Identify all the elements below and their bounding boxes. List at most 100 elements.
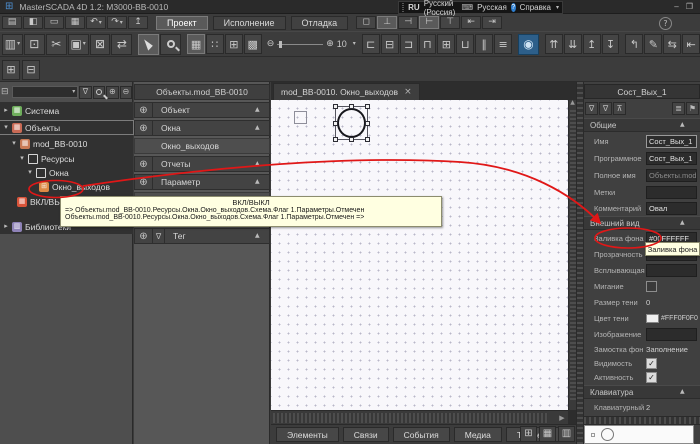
- section-appearance[interactable]: Внешний вид ▲: [584, 216, 700, 230]
- filter-funnel-button[interactable]: ∇: [79, 86, 91, 99]
- resize-handle-ne[interactable]: [365, 104, 370, 109]
- filter-funnel-button[interactable]: ∇: [585, 102, 598, 115]
- language-code[interactable]: RU: [408, 3, 420, 12]
- tile-value[interactable]: Заполнение: [646, 345, 700, 354]
- paste-button[interactable]: ▥▾: [2, 34, 23, 55]
- collapse-icon[interactable]: ▲: [255, 233, 269, 239]
- fit-frame-button[interactable]: ◻: [356, 16, 376, 29]
- expander-icon[interactable]: ▾: [11, 140, 17, 147]
- grid-toggle-button[interactable]: ▦: [187, 34, 205, 54]
- selected-ellipse-shape[interactable]: [335, 106, 368, 140]
- add-icon[interactable]: ⊕: [135, 103, 153, 117]
- comment-field[interactable]: Овал: [646, 202, 697, 215]
- tree-item-system[interactable]: ▸ ▦ Система: [0, 104, 133, 117]
- paste-special-button[interactable]: ⊠: [90, 34, 111, 55]
- expander-icon[interactable]: ▸: [3, 107, 9, 114]
- horizontal-splitter[interactable]: [584, 416, 700, 425]
- pin-right-button[interactable]: ⇥: [482, 16, 502, 29]
- collapse-all-button[interactable]: ⊼: [613, 102, 626, 115]
- blink-checkbox[interactable]: [646, 281, 657, 292]
- view-grid-button[interactable]: ⊞: [520, 426, 537, 442]
- shadow-color-value[interactable]: #FFF0F0F0: [661, 315, 700, 322]
- help-label[interactable]: Справка: [520, 3, 551, 12]
- section-object[interactable]: ⊕ Объект ▲: [134, 102, 270, 118]
- shadow-size-value[interactable]: 0: [646, 298, 700, 307]
- sort-button[interactable]: ∇: [599, 102, 612, 115]
- keyboard-layout[interactable]: Русская: [477, 3, 507, 12]
- tree-item-windows[interactable]: ▾ Окна: [0, 166, 133, 179]
- add-icon[interactable]: ⊕: [135, 157, 153, 171]
- open-button[interactable]: ▭: [44, 16, 64, 29]
- canvas-horizontal-scrollbar[interactable]: ▶: [271, 410, 568, 424]
- tab-links[interactable]: Связи: [343, 427, 389, 442]
- expander-icon[interactable]: ▸: [3, 223, 9, 230]
- dock-right-button[interactable]: ⊢: [419, 16, 439, 29]
- select-cursor-button[interactable]: [138, 34, 159, 55]
- chevron-down-icon[interactable]: ▾: [556, 5, 559, 11]
- color-swatch[interactable]: [646, 314, 659, 323]
- restore-button[interactable]: ❐: [683, 1, 696, 12]
- undo-button[interactable]: ↶▾: [86, 16, 106, 29]
- help-circle-button[interactable]: ?: [659, 17, 672, 30]
- align-center-button[interactable]: ⊟: [381, 34, 399, 54]
- close-icon[interactable]: ×: [404, 88, 412, 97]
- align-right-button[interactable]: ⊐: [400, 34, 418, 54]
- cut-button[interactable]: ✂: [46, 34, 67, 55]
- dock-top-button[interactable]: ⊤: [440, 16, 460, 29]
- tree-search-button[interactable]: [93, 86, 105, 99]
- bring-forward-button[interactable]: ↥: [583, 34, 601, 54]
- active-checkbox[interactable]: ✓: [646, 372, 657, 383]
- expander-icon[interactable]: ▾: [3, 124, 9, 131]
- chevron-down-icon[interactable]: ▾: [353, 41, 356, 47]
- scrollbar-thumb[interactable]: [273, 413, 548, 423]
- tree-item-objects[interactable]: ▾ ▦ Объекты: [0, 121, 133, 134]
- design-canvas[interactable]: [271, 100, 568, 410]
- canvas-square-shape[interactable]: [294, 111, 307, 124]
- collapse-icon[interactable]: ▲: [680, 220, 694, 226]
- collapse-icon[interactable]: ▲: [255, 125, 269, 131]
- preview-button[interactable]: ◉: [518, 34, 539, 55]
- section-keyboard[interactable]: Клавиатура ▲: [584, 385, 700, 399]
- minimize-button[interactable]: –: [670, 1, 683, 12]
- send-back-button[interactable]: ⇊: [564, 34, 582, 54]
- zoom-out-icon[interactable]: ⊖: [267, 40, 275, 49]
- duplicate-button[interactable]: ▣▾: [68, 34, 89, 55]
- add-input-button[interactable]: ⊞: [2, 60, 20, 80]
- tab-media[interactable]: Медиа: [454, 427, 502, 442]
- visible-checkbox[interactable]: ✓: [646, 358, 657, 369]
- section-general[interactable]: Общие ▲: [584, 118, 700, 132]
- add-icon[interactable]: ⊕: [135, 229, 153, 243]
- panels-button[interactable]: ▤: [2, 16, 22, 29]
- edit-points-button[interactable]: ✎: [644, 34, 662, 54]
- resize-handle-se[interactable]: [365, 137, 370, 142]
- tree-zoom-in-button[interactable]: ⊕: [106, 86, 118, 99]
- export-button[interactable]: ↥: [128, 16, 148, 29]
- pin-left-button[interactable]: ⇤: [461, 16, 481, 29]
- snap-toggle-button[interactable]: ∷: [206, 34, 224, 54]
- collapse-icon[interactable]: ▲: [255, 161, 269, 167]
- resize-handle-e[interactable]: [365, 121, 370, 126]
- swap-button[interactable]: ⇆: [663, 34, 681, 54]
- save-button[interactable]: ▦: [65, 16, 85, 29]
- redo-button[interactable]: ↷▾: [107, 16, 127, 29]
- align-bottom-button[interactable]: ⊔: [456, 34, 474, 54]
- expander-icon[interactable]: ▾: [27, 169, 33, 176]
- add-icon[interactable]: ⊕: [135, 121, 153, 135]
- canvas-tab[interactable]: mod_BB-0010. Окно_выходов ×: [273, 83, 420, 100]
- project-cube-button[interactable]: ◧: [23, 16, 43, 29]
- language-bar[interactable]: RU Русский (Россия) ⌨ Русская ? Справка …: [398, 1, 563, 14]
- tab-project[interactable]: Проект: [156, 16, 208, 30]
- tree-item-resources[interactable]: ▾ Ресурсы: [0, 152, 133, 165]
- link-button[interactable]: ⇄: [111, 34, 132, 55]
- flag-view-button[interactable]: ⚑: [686, 102, 699, 115]
- prog-name-field[interactable]: Сост_Вых_1: [646, 152, 697, 165]
- tab-elements[interactable]: Элементы: [276, 427, 339, 442]
- rotate-button[interactable]: ↰: [625, 34, 643, 54]
- resize-handle-sw[interactable]: [333, 137, 338, 142]
- distribute-h-button[interactable]: ∥: [475, 34, 493, 54]
- image-field[interactable]: [646, 328, 697, 341]
- view-columns-button[interactable]: ▥: [558, 426, 575, 442]
- bring-front-button[interactable]: ⇈: [545, 34, 563, 54]
- tab-debug[interactable]: Отладка: [291, 16, 349, 30]
- tree-item-output-window[interactable]: ⊞ Окно_выходов: [0, 180, 133, 193]
